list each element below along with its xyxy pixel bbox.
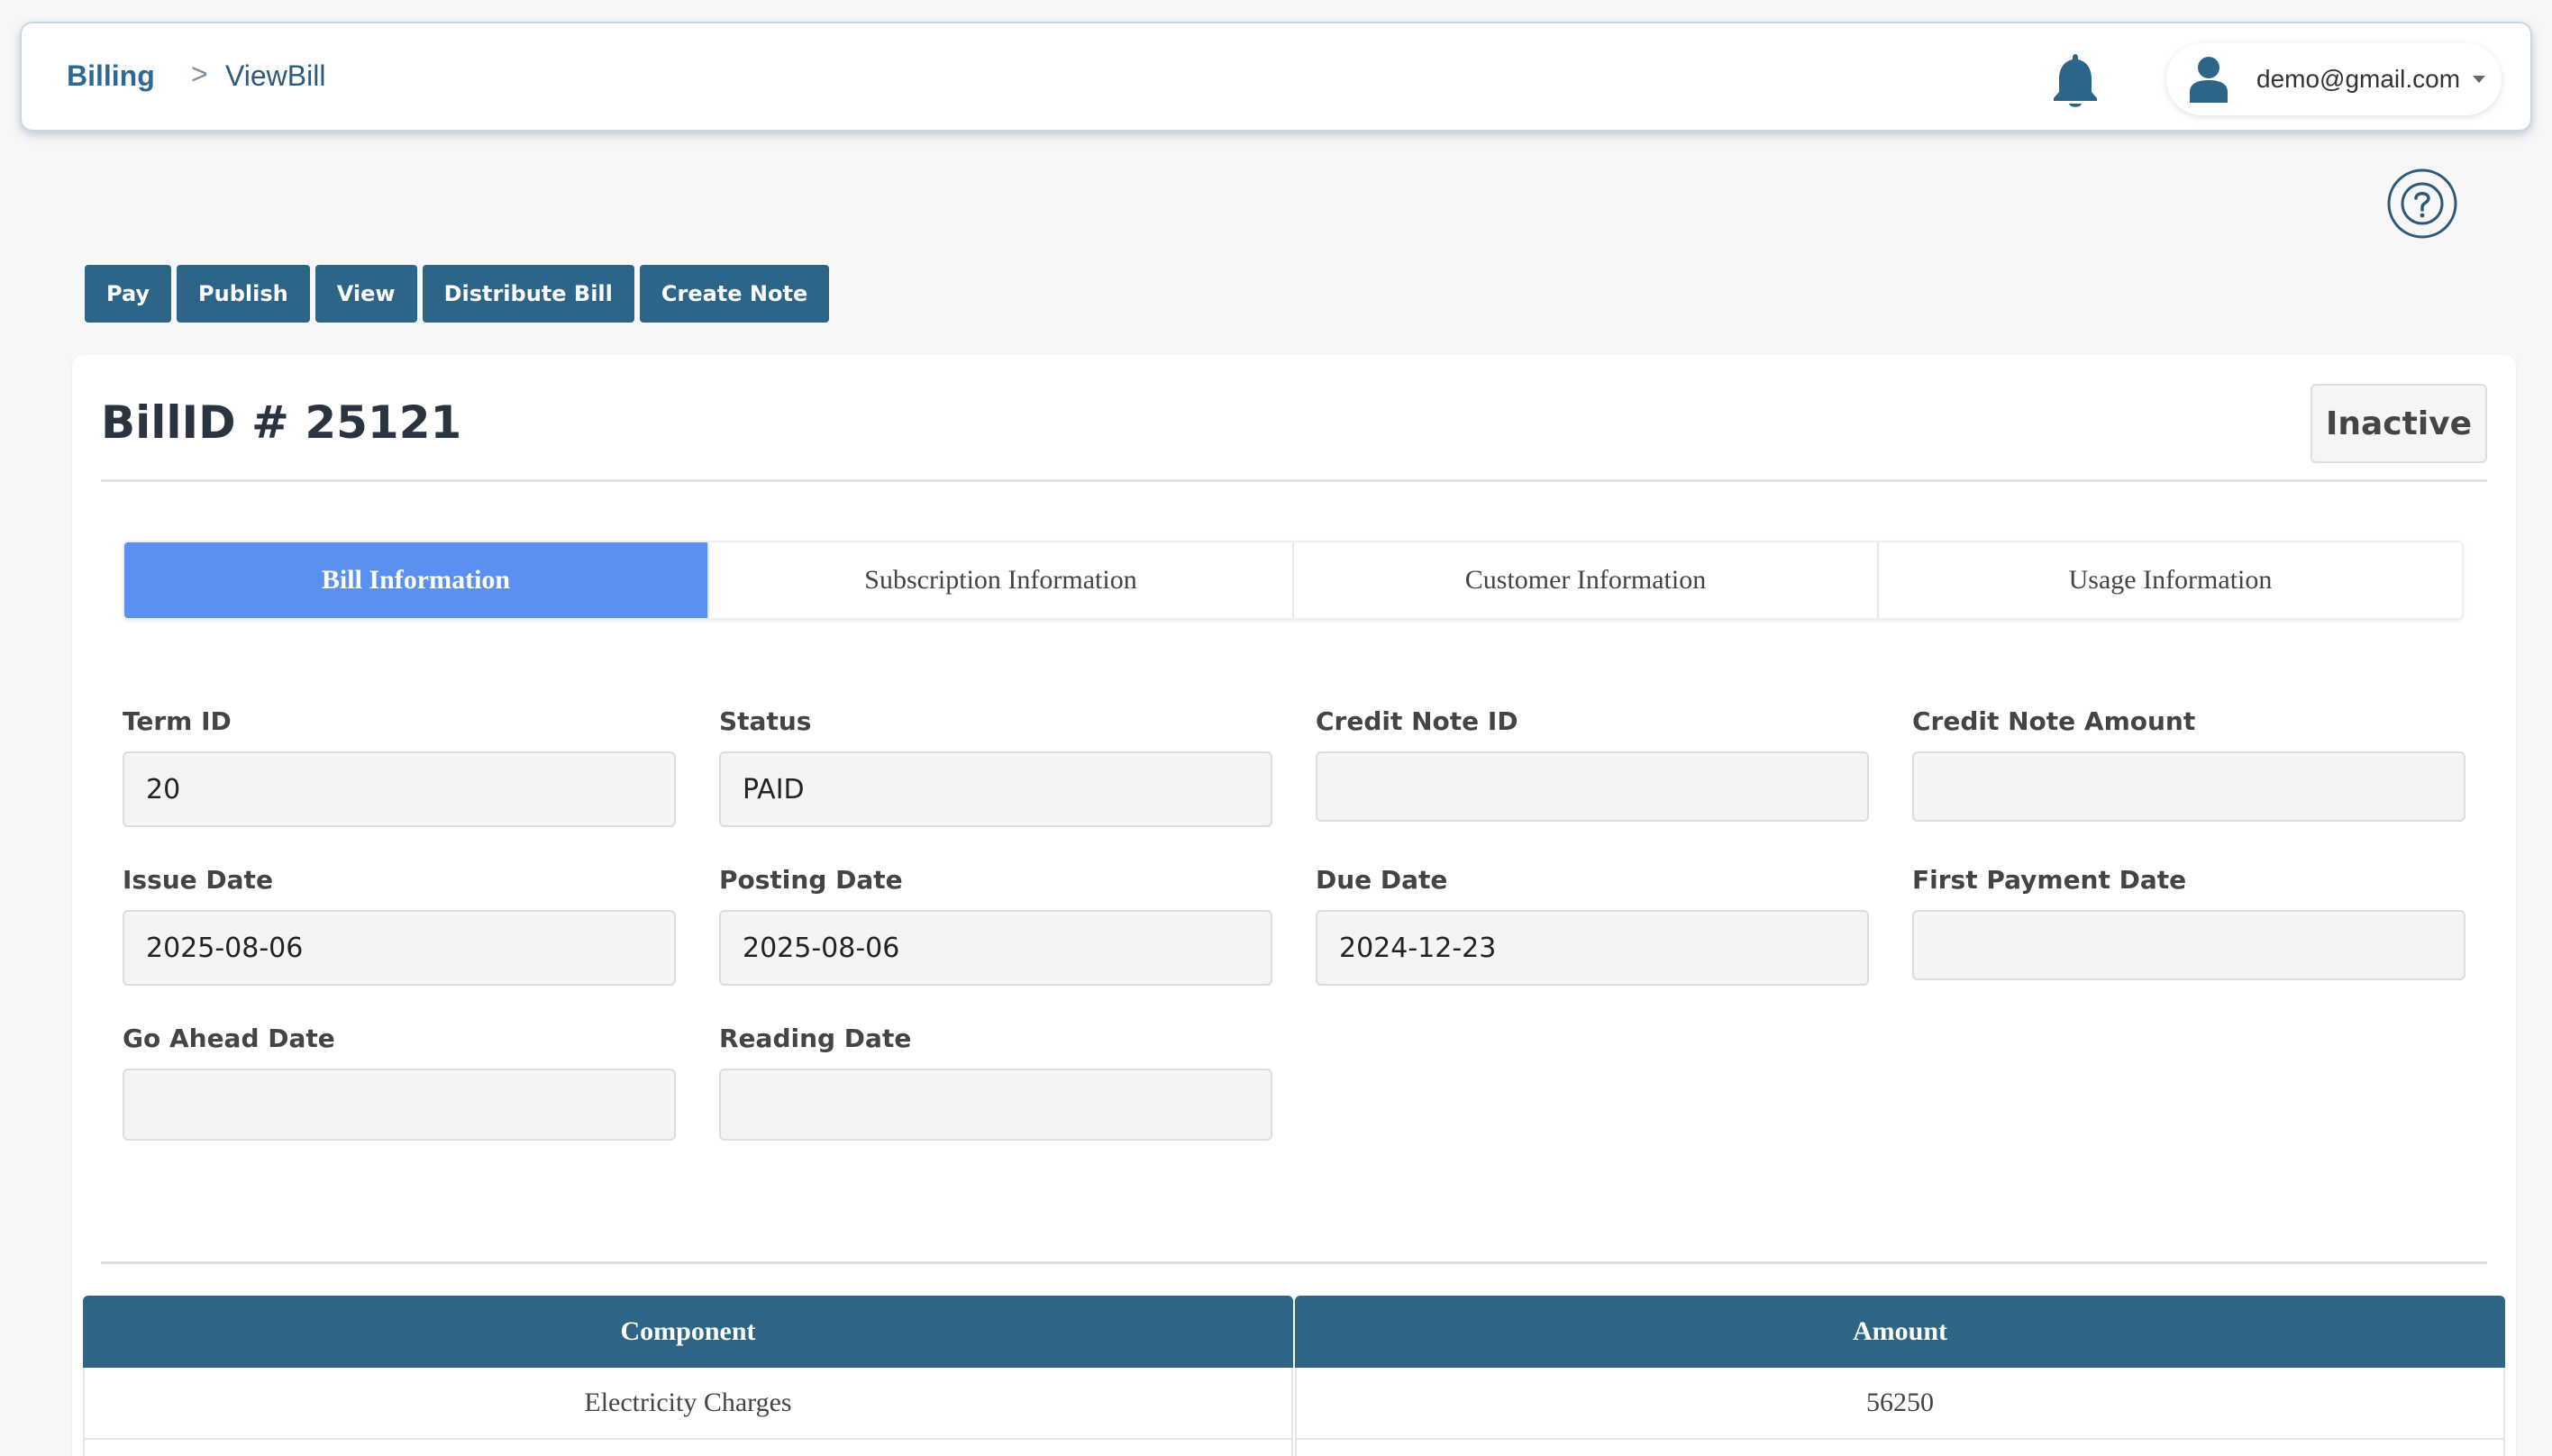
user-menu[interactable]: demo@gmail.com bbox=[2166, 43, 2502, 115]
credit-note-amount-input[interactable] bbox=[1912, 751, 2465, 822]
field-label: Credit Note Amount bbox=[1912, 706, 2196, 736]
issue-date-input[interactable]: 2025-08-06 bbox=[123, 910, 676, 986]
reading-date-field: Reading Date bbox=[719, 1024, 1272, 1141]
divider bbox=[101, 1261, 2487, 1264]
divider bbox=[101, 479, 2487, 482]
status-badge: Inactive bbox=[2310, 384, 2487, 463]
pay-button[interactable]: Pay bbox=[85, 265, 172, 323]
issue-date-field: Issue Date 2025-08-06 bbox=[123, 865, 676, 986]
table-cell-empty bbox=[83, 1440, 1293, 1456]
user-avatar-icon bbox=[2190, 57, 2228, 103]
column-header-component: Component bbox=[83, 1296, 1293, 1368]
table-header: Component Amount bbox=[83, 1296, 2505, 1368]
create-note-button[interactable]: Create Note bbox=[639, 265, 830, 323]
notification-bell-icon[interactable] bbox=[2044, 49, 2107, 112]
table-cell-amount: 56250 bbox=[1295, 1368, 2505, 1440]
term-id-input[interactable]: 20 bbox=[123, 751, 676, 827]
field-label: Term ID bbox=[123, 706, 232, 736]
status-field: Status PAID bbox=[719, 706, 1272, 827]
reading-date-input[interactable] bbox=[719, 1069, 1272, 1141]
credit-note-id-input[interactable] bbox=[1316, 751, 1869, 822]
top-navbar: Billing > ViewBill demo@gmail.com bbox=[20, 22, 2532, 132]
field-label: Posting Date bbox=[719, 865, 903, 895]
action-toolbar: Pay Publish View Distribute Bill Create … bbox=[85, 265, 830, 323]
term-id-field: Term ID 20 bbox=[123, 706, 676, 827]
caret-down-icon bbox=[2473, 76, 2485, 83]
table-cell-component: Electricity Charges bbox=[83, 1368, 1293, 1440]
field-label: Issue Date bbox=[123, 865, 273, 895]
component-table: Component Amount Electricity Charges 562… bbox=[83, 1296, 2505, 1456]
view-button[interactable]: View bbox=[314, 265, 417, 323]
due-date-field: Due Date 2024-12-23 bbox=[1316, 865, 1869, 986]
field-label: Credit Note ID bbox=[1316, 706, 1518, 736]
status-input[interactable]: PAID bbox=[719, 751, 1272, 827]
user-email: demo@gmail.com bbox=[2256, 65, 2461, 93]
bill-card: BillID # 25121 Inactive Bill Information… bbox=[72, 355, 2516, 1456]
tab-bar: Bill Information Subscription Informatio… bbox=[123, 541, 2464, 620]
field-label: Status bbox=[719, 706, 812, 736]
breadcrumb-billing[interactable]: Billing bbox=[67, 59, 155, 93]
chevron-right-icon: > bbox=[191, 58, 208, 90]
go-ahead-date-input[interactable] bbox=[123, 1069, 676, 1141]
field-label: Go Ahead Date bbox=[123, 1024, 335, 1053]
column-header-amount: Amount bbox=[1295, 1296, 2505, 1368]
field-label: First Payment Date bbox=[1912, 865, 2187, 895]
bill-title: BillID # 25121 bbox=[101, 396, 462, 449]
first-payment-date-field: First Payment Date bbox=[1912, 865, 2465, 980]
distribute-bill-button[interactable]: Distribute Bill bbox=[422, 265, 634, 323]
table-row: Electricity Charges 56250 bbox=[83, 1368, 2505, 1440]
table-cell-empty bbox=[1295, 1440, 2505, 1456]
credit-note-amount-field: Credit Note Amount bbox=[1912, 706, 2465, 822]
tab-usage-information[interactable]: Usage Information bbox=[1879, 542, 2462, 618]
tab-customer-information[interactable]: Customer Information bbox=[1294, 542, 1879, 618]
first-payment-date-input[interactable] bbox=[1912, 910, 2465, 980]
credit-note-id-field: Credit Note ID bbox=[1316, 706, 1869, 822]
help-icon[interactable] bbox=[2386, 168, 2458, 240]
publish-button[interactable]: Publish bbox=[177, 265, 310, 323]
due-date-input[interactable]: 2024-12-23 bbox=[1316, 910, 1869, 986]
field-label: Reading Date bbox=[719, 1024, 912, 1053]
tab-subscription-information[interactable]: Subscription Information bbox=[709, 542, 1294, 618]
posting-date-input[interactable]: 2025-08-06 bbox=[719, 910, 1272, 986]
table-row bbox=[83, 1440, 2505, 1456]
breadcrumb-viewbill: ViewBill bbox=[225, 59, 326, 92]
tab-bill-information[interactable]: Bill Information bbox=[124, 542, 709, 618]
posting-date-field: Posting Date 2025-08-06 bbox=[719, 865, 1272, 986]
field-label: Due Date bbox=[1316, 865, 1448, 895]
go-ahead-date-field: Go Ahead Date bbox=[123, 1024, 676, 1141]
